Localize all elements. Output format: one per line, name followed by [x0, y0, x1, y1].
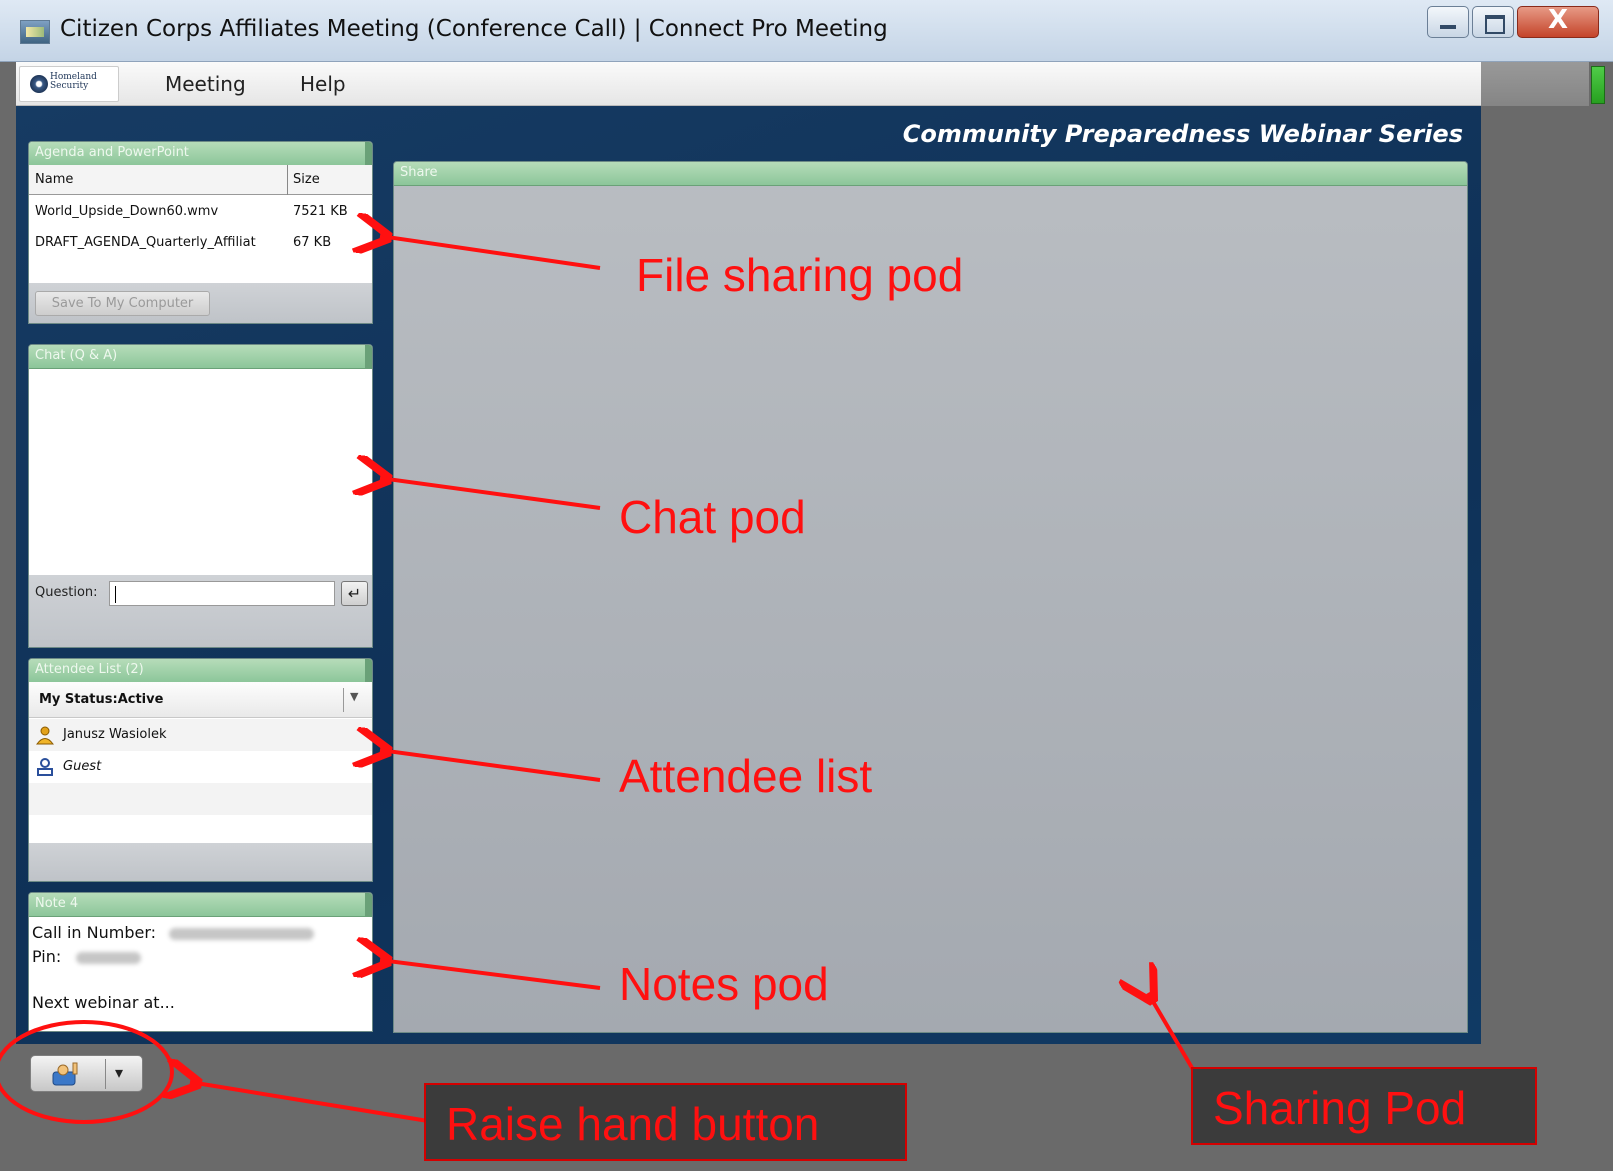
pod-options-handle[interactable] [365, 345, 372, 368]
file-size: 67 KB [293, 235, 332, 250]
file-share-pod: Agenda and PowerPoint Name Size World_Up… [28, 141, 373, 324]
notes-pod: Note 4 Call in Number: Pin: Next webinar… [28, 892, 373, 1032]
menubar-filler [1481, 62, 1589, 106]
annotation-raise-hand-box: Raise hand button [424, 1083, 907, 1161]
chat-pod: Chat (Q & A) Question: ↵ [28, 344, 373, 648]
annotation-sharing-pod: Sharing Pod [1213, 1082, 1467, 1134]
redacted-phone-number [169, 927, 315, 940]
pod-header[interactable]: Attendee List (2) [29, 659, 372, 683]
dhs-seal-icon [30, 75, 48, 93]
close-icon: X [1547, 5, 1569, 35]
call-in-label: Call in Number: [32, 923, 157, 942]
annotation-attendee-list: Attendee list [619, 750, 873, 802]
maximize-button[interactable] [1472, 6, 1514, 38]
maximize-icon [1485, 15, 1505, 34]
pod-options-handle[interactable] [365, 659, 372, 682]
dhs-logo: Homeland Security [19, 66, 119, 102]
pod-title: Chat (Q & A) [35, 348, 118, 363]
attendee-row-empty [29, 783, 372, 815]
annotation-chat-pod: Chat pod [619, 491, 806, 543]
note-next-webinar: Next webinar at... [32, 993, 175, 1012]
note-call-in-line: Call in Number: [32, 923, 315, 942]
pod-header[interactable]: Share [394, 162, 1467, 186]
my-status-label: My Status:Active [39, 692, 164, 707]
pod-footer: Save To My Computer [29, 283, 372, 323]
send-question-button[interactable]: ↵ [341, 581, 368, 606]
window-title: Citizen Corps Affiliates Meeting (Confer… [60, 16, 888, 42]
chat-input-bar: Question: ↵ [29, 575, 372, 647]
pin-label: Pin: [32, 947, 62, 966]
annotation-file-sharing-pod: File sharing pod [636, 249, 964, 301]
raise-hand-button[interactable]: ▾ [30, 1055, 143, 1092]
dhs-logo-text: Homeland Security [50, 72, 97, 91]
dropdown-divider [343, 688, 344, 712]
chat-messages-area [29, 368, 372, 576]
text-caret [115, 586, 116, 603]
pod-title: Share [400, 165, 438, 180]
attendee-row[interactable]: Guest [29, 751, 372, 783]
column-header-name[interactable]: Name [35, 172, 73, 187]
file-size: 7521 KB [293, 204, 348, 219]
annotation-notes-pod: Notes pod [619, 958, 829, 1010]
close-button[interactable]: X [1517, 5, 1599, 38]
guest-icon [37, 758, 53, 776]
pod-header[interactable]: Chat (Q & A) [29, 345, 372, 369]
pod-title: Attendee List (2) [35, 662, 144, 677]
file-table-header: Name Size [29, 165, 372, 195]
menu-bar: Homeland Security Meeting Help [16, 62, 1481, 106]
host-icon [36, 726, 54, 745]
pod-footer [29, 843, 372, 881]
enter-icon: ↵ [347, 584, 362, 603]
attendee-row[interactable]: Janusz Wasiolek [29, 719, 372, 751]
redacted-pin [76, 951, 142, 964]
file-name: World_Upside_Down60.wmv [35, 204, 219, 219]
raise-hand-icon [52, 1062, 78, 1086]
minimize-icon [1440, 25, 1456, 29]
button-divider [105, 1059, 106, 1089]
my-status-dropdown[interactable]: My Status:Active ▼ [29, 682, 372, 718]
pod-title: Note 4 [35, 896, 79, 911]
file-row[interactable]: World_Upside_Down60.wmv 7521 KB [29, 196, 372, 228]
file-row[interactable]: DRAFT_AGENDA_Quarterly_Affiliat 67 KB [29, 227, 372, 259]
pod-options-handle[interactable] [365, 142, 372, 165]
title-bar: Citizen Corps Affiliates Meeting (Confer… [0, 0, 1613, 62]
column-divider[interactable] [287, 165, 288, 195]
file-name: DRAFT_AGENDA_Quarterly_Affiliat [35, 235, 256, 250]
question-input[interactable] [109, 581, 335, 606]
attendee-name: Guest [63, 759, 102, 774]
attendee-name: Janusz Wasiolek [63, 727, 167, 742]
question-label: Question: [35, 585, 98, 600]
connection-status-icon [1591, 66, 1605, 104]
chevron-down-icon[interactable]: ▾ [115, 1063, 123, 1082]
pod-header[interactable]: Note 4 [29, 893, 372, 917]
app-icon [20, 20, 50, 44]
save-to-computer-button[interactable]: Save To My Computer [35, 291, 210, 316]
pod-options-handle[interactable] [365, 893, 372, 916]
minimize-button[interactable] [1427, 6, 1469, 38]
pod-header[interactable]: Agenda and PowerPoint [29, 142, 372, 166]
annotation-raise-hand-button: Raise hand button [446, 1098, 820, 1150]
menu-help[interactable]: Help [300, 72, 346, 96]
pod-title: Agenda and PowerPoint [35, 145, 189, 160]
attendee-list-pod: Attendee List (2) My Status:Active ▼ Jan… [28, 658, 373, 882]
annotation-sharing-pod-box: Sharing Pod [1191, 1067, 1537, 1145]
chevron-down-icon[interactable]: ▼ [350, 690, 358, 703]
column-header-size[interactable]: Size [293, 172, 320, 187]
note-pin-line: Pin: [32, 947, 142, 966]
menu-meeting[interactable]: Meeting [165, 72, 246, 96]
